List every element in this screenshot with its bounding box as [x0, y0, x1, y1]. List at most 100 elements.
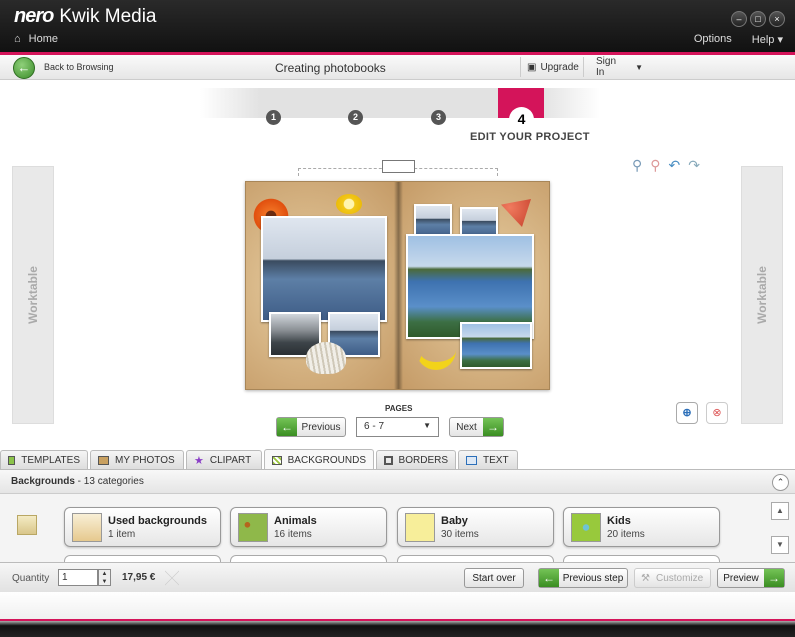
scroll-up-button[interactable]: ▲ — [771, 502, 789, 520]
category-name: Used backgrounds — [108, 515, 208, 527]
cart-icon: ▣ — [527, 61, 537, 73]
preview-label: Preview — [723, 572, 759, 584]
customize-button[interactable]: ⚒ Customize — [634, 568, 711, 588]
sign-in-label: Sign In — [596, 56, 617, 78]
book-spread-icon[interactable] — [382, 160, 415, 173]
category-items-count: 1 item — [108, 529, 136, 540]
category-card-next-row[interactable] — [397, 555, 554, 562]
page-select-value: 6 - 7 — [364, 421, 385, 432]
shell-clipart[interactable] — [306, 342, 346, 374]
back-arrow-icon[interactable]: ← — [13, 57, 35, 79]
close-button[interactable]: × — [769, 11, 785, 27]
arrow-right-icon: → — [483, 418, 503, 436]
used-backgrounds-thumbnail — [72, 513, 102, 542]
kids-thumbnail — [571, 513, 601, 542]
collapse-panel-button[interactable]: ⌃ — [772, 474, 789, 491]
price-label: 17,95 € — [122, 572, 156, 583]
quantity-input[interactable]: 1 — [58, 569, 98, 586]
tab-templates[interactable]: TEMPLATES — [0, 450, 88, 469]
scroll-down-button[interactable]: ▼ — [771, 536, 789, 554]
zoom-out-icon[interactable]: ⚲ — [650, 157, 660, 174]
previous-label: Previous — [301, 421, 341, 433]
step-1[interactable]: 1 — [266, 110, 281, 125]
start-over-button[interactable]: Start over — [464, 568, 524, 588]
category-animals[interactable]: Animals 16 items — [230, 507, 387, 547]
restore-button[interactable]: □ — [750, 11, 766, 27]
content-tabs: TEMPLATES MY PHOTOS ★ CLIPART BACKGROUNDS… — [0, 449, 795, 470]
category-items-count: 20 items — [607, 529, 645, 540]
redo-icon[interactable]: ↷ — [688, 157, 700, 174]
category-name: Baby — [441, 515, 468, 527]
category-kids[interactable]: Kids 20 items — [563, 507, 720, 547]
photo-sea-large[interactable] — [261, 216, 387, 322]
category-count: - 13 categories — [74, 476, 144, 487]
tab-clipart-label: CLIPART — [209, 454, 252, 466]
category-card-next-row[interactable] — [230, 555, 387, 562]
clipart-icon: ★ — [194, 454, 204, 467]
zoom-in-icon[interactable]: ⚲ — [632, 157, 642, 174]
tab-backgrounds[interactable]: BACKGROUNDS — [264, 449, 374, 470]
delete-page-button[interactable]: ⊗ — [706, 402, 728, 424]
category-items-count: 16 items — [274, 529, 312, 540]
home-icon: ⌂ — [14, 33, 21, 45]
upgrade-button[interactable]: ▣ Upgrade — [520, 57, 585, 77]
worktable-left[interactable]: Worktable — [12, 166, 54, 424]
previous-page-button[interactable]: ← Previous — [276, 417, 346, 437]
category-name: Animals — [274, 515, 317, 527]
category-name: Kids — [607, 515, 631, 527]
animals-thumbnail — [238, 513, 268, 542]
tab-borders-label: BORDERS — [398, 454, 448, 466]
hammer-icon: ⚒ — [641, 572, 650, 584]
baby-thumbnail — [405, 513, 435, 542]
tab-my-photos[interactable]: MY PHOTOS — [90, 450, 184, 469]
step-3[interactable]: 3 — [431, 110, 446, 125]
category-card-next-row[interactable] — [64, 555, 221, 562]
backgrounds-icon — [272, 455, 282, 465]
worktable-right[interactable]: Worktable — [741, 166, 783, 424]
category-used-backgrounds[interactable]: Used backgrounds 1 item — [64, 507, 221, 547]
photo-coast-small[interactable] — [460, 322, 532, 369]
home-link[interactable]: ⌂ Home — [14, 33, 58, 45]
options-menu[interactable]: Options — [694, 33, 732, 46]
undo-icon[interactable]: ↶ — [669, 157, 681, 174]
next-label: Next — [456, 421, 477, 433]
book-spine — [394, 182, 403, 389]
previous-step-button[interactable]: ← Previous step — [538, 568, 628, 588]
category-card-next-row[interactable] — [563, 555, 720, 562]
preview-button[interactable]: Preview → — [717, 568, 785, 588]
tab-text[interactable]: TEXT — [458, 450, 518, 469]
step-4[interactable]: 4 — [509, 107, 534, 132]
chevron-down-icon: ▼ — [635, 62, 643, 72]
page-select[interactable]: 6 - 7 ▼ — [356, 417, 439, 437]
nero-logo: nero — [14, 5, 54, 27]
category-list: Used backgrounds 1 item Animals 16 items… — [0, 494, 795, 562]
pages-label: PAGES — [385, 404, 413, 413]
help-menu[interactable]: Help ▾ — [752, 33, 783, 46]
arrow-left-icon: ← — [539, 569, 559, 587]
folder-up-icon[interactable] — [17, 515, 37, 535]
tab-borders[interactable]: BORDERS — [376, 450, 456, 469]
customize-label: Customize — [655, 572, 704, 584]
category-title: Backgrounds - 13 categories — [11, 476, 144, 487]
footer-accent-line — [0, 619, 795, 621]
tab-backgrounds-label: BACKGROUNDS — [287, 454, 366, 466]
active-step-label: EDIT YOUR PROJECT — [470, 131, 590, 143]
title-bar: nero Kwik Media ⌂ Home – □ × Options Help … — [0, 0, 795, 52]
window-footer — [0, 592, 795, 637]
next-page-button[interactable]: Next → — [449, 417, 504, 437]
minimize-button[interactable]: – — [731, 11, 747, 27]
help-label: Help — [751, 34, 775, 46]
step-2[interactable]: 2 — [348, 110, 363, 125]
my-photos-icon — [98, 455, 109, 465]
text-icon — [466, 455, 477, 465]
sign-in-dropdown[interactable]: Sign In ▼ — [583, 56, 643, 78]
tab-clipart[interactable]: ★ CLIPART — [186, 450, 262, 469]
quantity-stepper[interactable]: ▲ ▼ — [98, 569, 111, 586]
bottom-toolbar: Quantity 1 ▲ ▼ 17,95 € Start over ← Previ… — [0, 562, 795, 593]
category-baby[interactable]: Baby 30 items — [397, 507, 554, 547]
lemon-clipart[interactable] — [336, 194, 362, 214]
photobook-spread[interactable] — [245, 181, 550, 390]
category-title-name: Backgrounds — [11, 476, 75, 487]
add-page-button[interactable]: ⊕ — [676, 402, 698, 424]
back-to-browsing-link[interactable]: Back to Browsing — [44, 62, 114, 72]
